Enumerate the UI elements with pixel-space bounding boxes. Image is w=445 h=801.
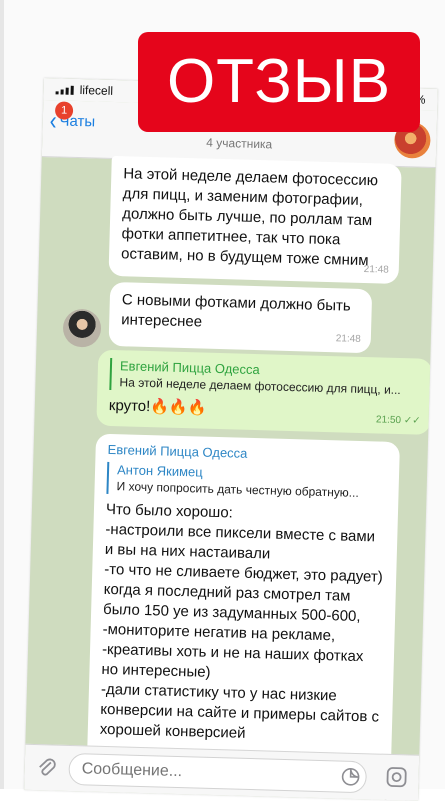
message-incoming[interactable]: Евгений Пицца Одесса Антон Якимец И хочу… (86, 433, 400, 772)
sender-avatar[interactable] (62, 308, 102, 348)
paperclip-icon[interactable] (34, 755, 59, 780)
camera-icon[interactable] (384, 765, 409, 790)
carrier-name: lifecell (79, 83, 114, 98)
message-text: Что было хорошо: -настроили все пиксели … (99, 500, 383, 742)
quoted-message[interactable]: Евгений Пицца Одесса На этой неделе дела… (109, 357, 421, 399)
message-list[interactable]: На этой неделе делаем фотосессию для пиц… (25, 155, 435, 801)
composer (24, 743, 420, 801)
telegram-screenshot: lifecell % ‹ Чаты 1 4 участника На этой … (24, 78, 438, 801)
message-time: 21:48 (363, 264, 389, 276)
review-banner: ОТЗЫВ (138, 32, 420, 132)
message-outgoing[interactable]: Евгений Пицца Одесса На этой неделе дела… (96, 349, 433, 435)
message-text: На этой неделе делаем фотосессию для пиц… (120, 165, 379, 270)
sticker-icon[interactable] (340, 767, 361, 788)
message-time: 21:50 ✓✓ (375, 414, 421, 427)
message-time: 21:48 (335, 333, 361, 345)
message-text: круто!🔥🔥🔥 (108, 396, 207, 417)
page-edge (0, 0, 4, 789)
message-incoming[interactable]: На этой неделе делаем фотосессию для пиц… (108, 155, 402, 284)
message-input[interactable] (68, 752, 368, 794)
participants-count: 4 участника (206, 135, 273, 152)
reply-quote[interactable]: Антон Якимец И хочу попросить дать честн… (106, 461, 388, 502)
message-text: С новыми фотками должно быть интереснее (121, 291, 351, 331)
signal-icon (55, 85, 74, 95)
message-incoming[interactable]: С новыми фотками должно быть интереснее … (108, 281, 373, 354)
